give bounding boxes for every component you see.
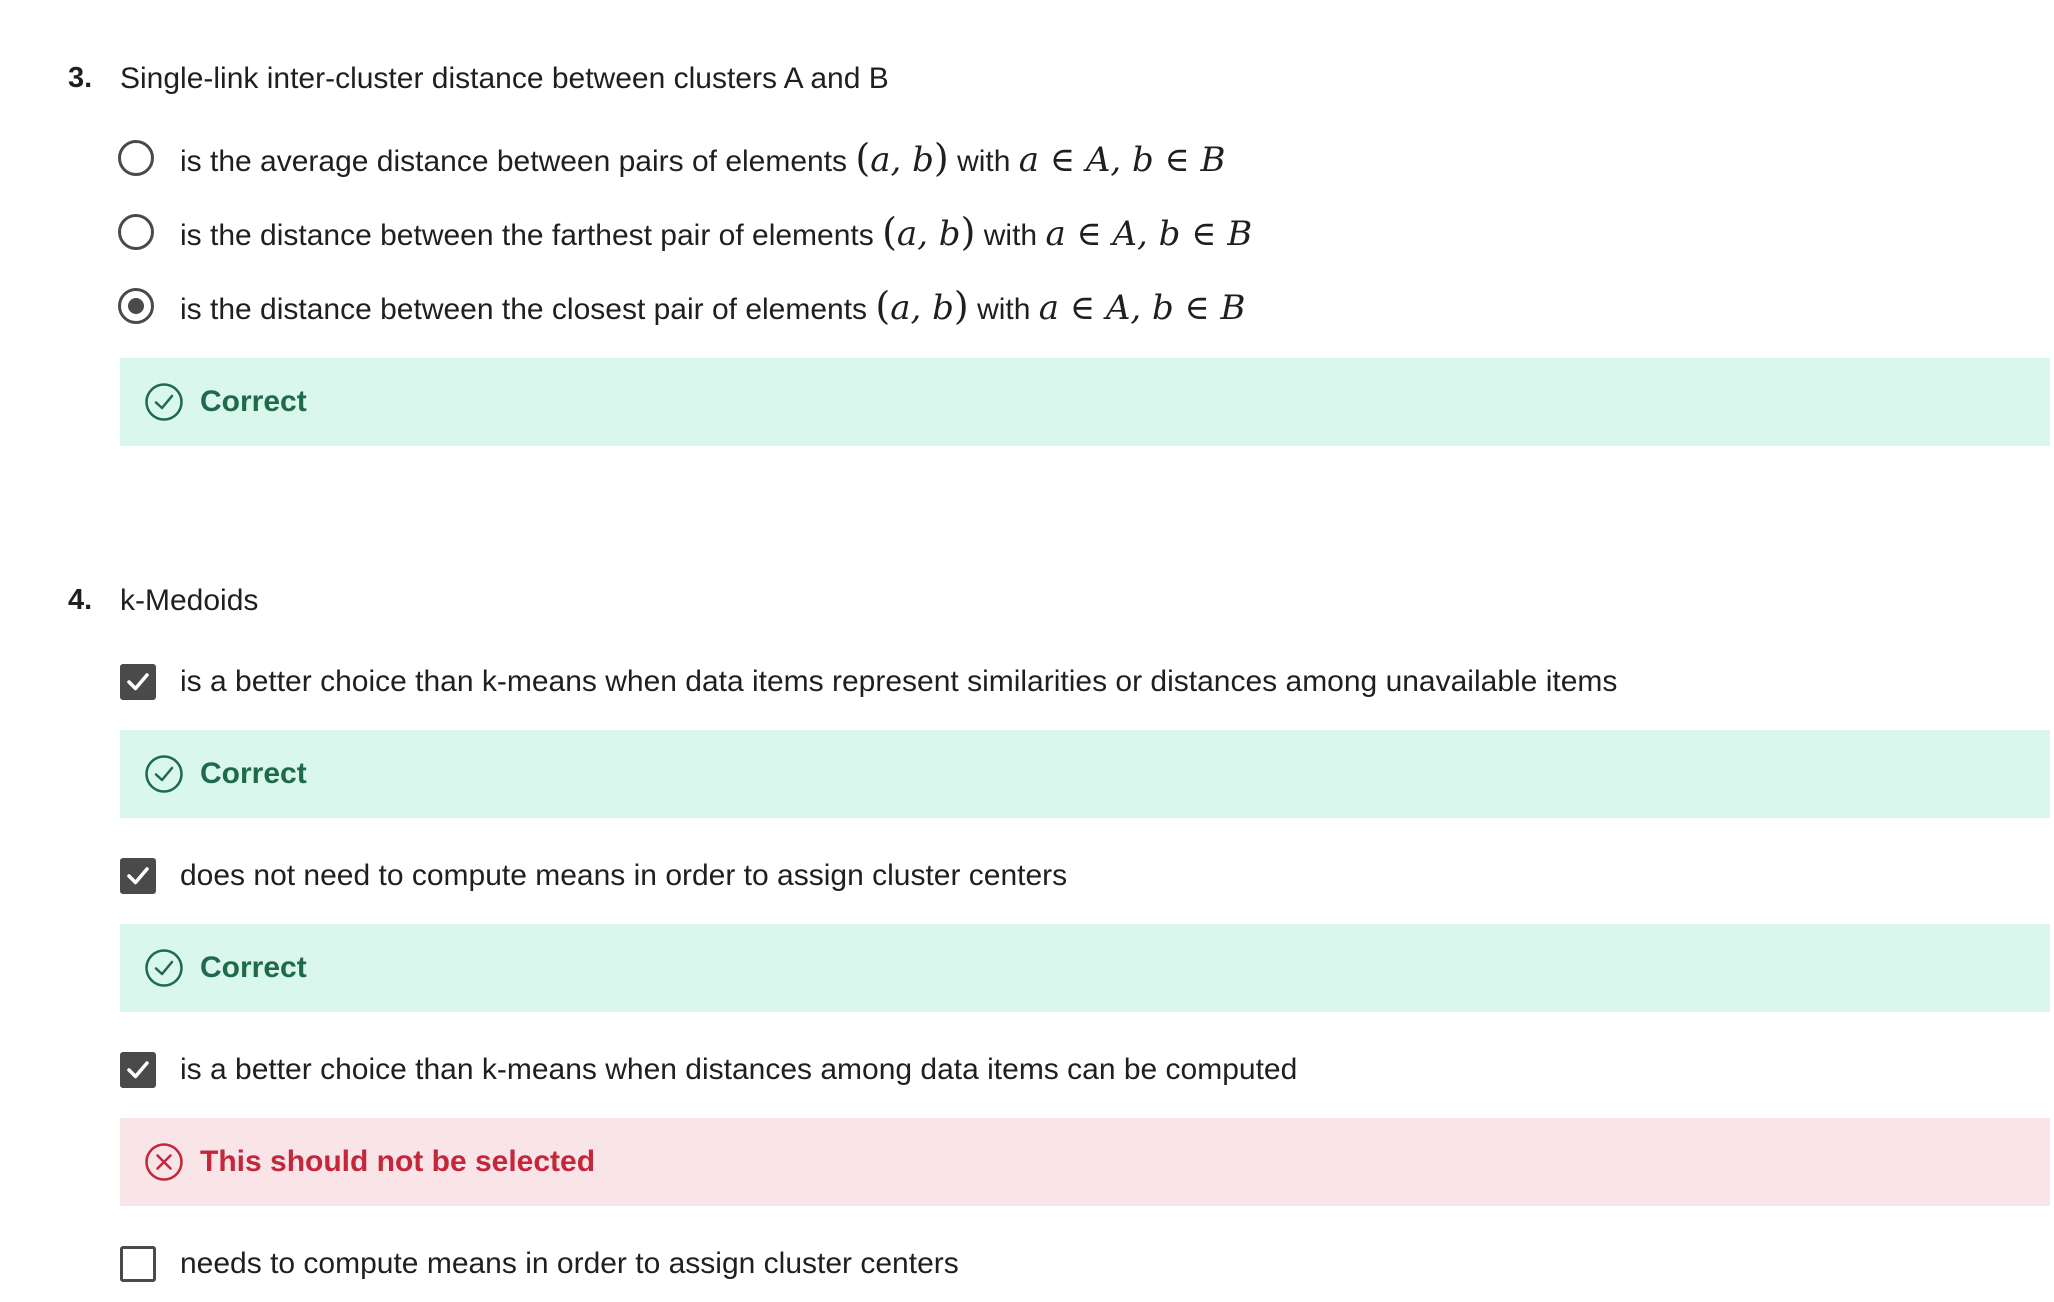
question-4-header: 4. k-Medoids [0,584,2000,624]
x-circle-icon [145,1143,183,1181]
with-text: with [977,293,1031,326]
math-membership: a ∈ A, b ∈ B [1038,288,1246,328]
math-paren: ) [933,136,949,180]
feedback-incorrect: This should not be selected [120,1118,2050,1206]
math-paren: ( [882,210,897,254]
math-membership: a ∈ A, b ∈ B [1018,140,1226,180]
math-paren: ( [875,284,891,328]
checkmark-icon [127,867,149,885]
with-text: with [983,219,1038,252]
question-3-header: 3. Single-link inter-cluster distance be… [0,62,2000,102]
radio-option-average[interactable]: is the average distance between pairs of… [118,138,2018,182]
checkbox-checked[interactable] [120,858,156,894]
math-paren: ( [855,136,871,180]
question-prompt: Single-link inter-cluster distance betwe… [120,62,889,95]
option-text: is a better choice than k-means when dis… [180,1053,1298,1086]
option-label: is the average distance between pairs of… [180,138,1226,182]
math-membership: a ∈ A, b ∈ B [1045,214,1253,254]
radio-button-selected[interactable] [118,288,154,324]
radio-button[interactable] [118,214,154,250]
check-circle-icon [145,383,183,421]
check-circle-icon [145,755,183,793]
check-circle-icon [145,949,183,987]
option-text: does not need to compute means in order … [180,859,1068,892]
feedback-text: Correct [200,757,307,790]
checkbox-option-no-means[interactable]: does not need to compute means in order … [118,856,2018,900]
math-paren: ) [960,210,976,254]
checkbox-option-unavailable-items[interactable]: is a better choice than k-means when dat… [118,662,2018,706]
checkbox-unchecked[interactable] [120,1246,156,1282]
option-text: is the distance between the farthest pai… [180,219,874,252]
radio-option-farthest[interactable]: is the distance between the farthest pai… [118,212,2018,256]
math-paren: ) [953,284,969,328]
question-number: 3. [68,62,93,94]
math-pair: a, b [890,288,954,328]
question-prompt: k-Medoids [120,584,259,617]
feedback-correct: Correct [120,358,2050,446]
feedback-correct: Correct [120,730,2050,818]
with-text: with [957,145,1011,178]
checkbox-checked[interactable] [120,664,156,700]
radio-option-closest[interactable]: is the distance between the closest pair… [118,286,2018,330]
checkmark-icon [127,673,149,691]
option-label: is the distance between the closest pair… [180,286,1246,330]
math-pair: a, b [896,214,961,254]
feedback-correct: Correct [120,924,2050,1012]
option-text: is the average distance between pairs of… [180,145,848,178]
question-number: 4. [68,584,93,616]
option-text: is a better choice than k-means when dat… [180,665,1618,698]
checkmark-icon [127,1061,149,1079]
checkbox-option-distances-computed[interactable]: is a better choice than k-means when dis… [118,1050,2018,1094]
feedback-text: Correct [200,385,307,418]
feedback-text: This should not be selected [200,1145,596,1178]
math-pair: a, b [870,140,934,180]
feedback-text: Correct [200,951,307,984]
option-label: is the distance between the farthest pai… [180,212,1252,256]
option-text: needs to compute means in order to assig… [180,1247,959,1280]
option-text: is the distance between the closest pair… [180,293,868,326]
checkbox-option-needs-means[interactable]: needs to compute means in order to assig… [118,1244,2018,1288]
checkbox-checked[interactable] [120,1052,156,1088]
radio-button[interactable] [118,140,154,176]
